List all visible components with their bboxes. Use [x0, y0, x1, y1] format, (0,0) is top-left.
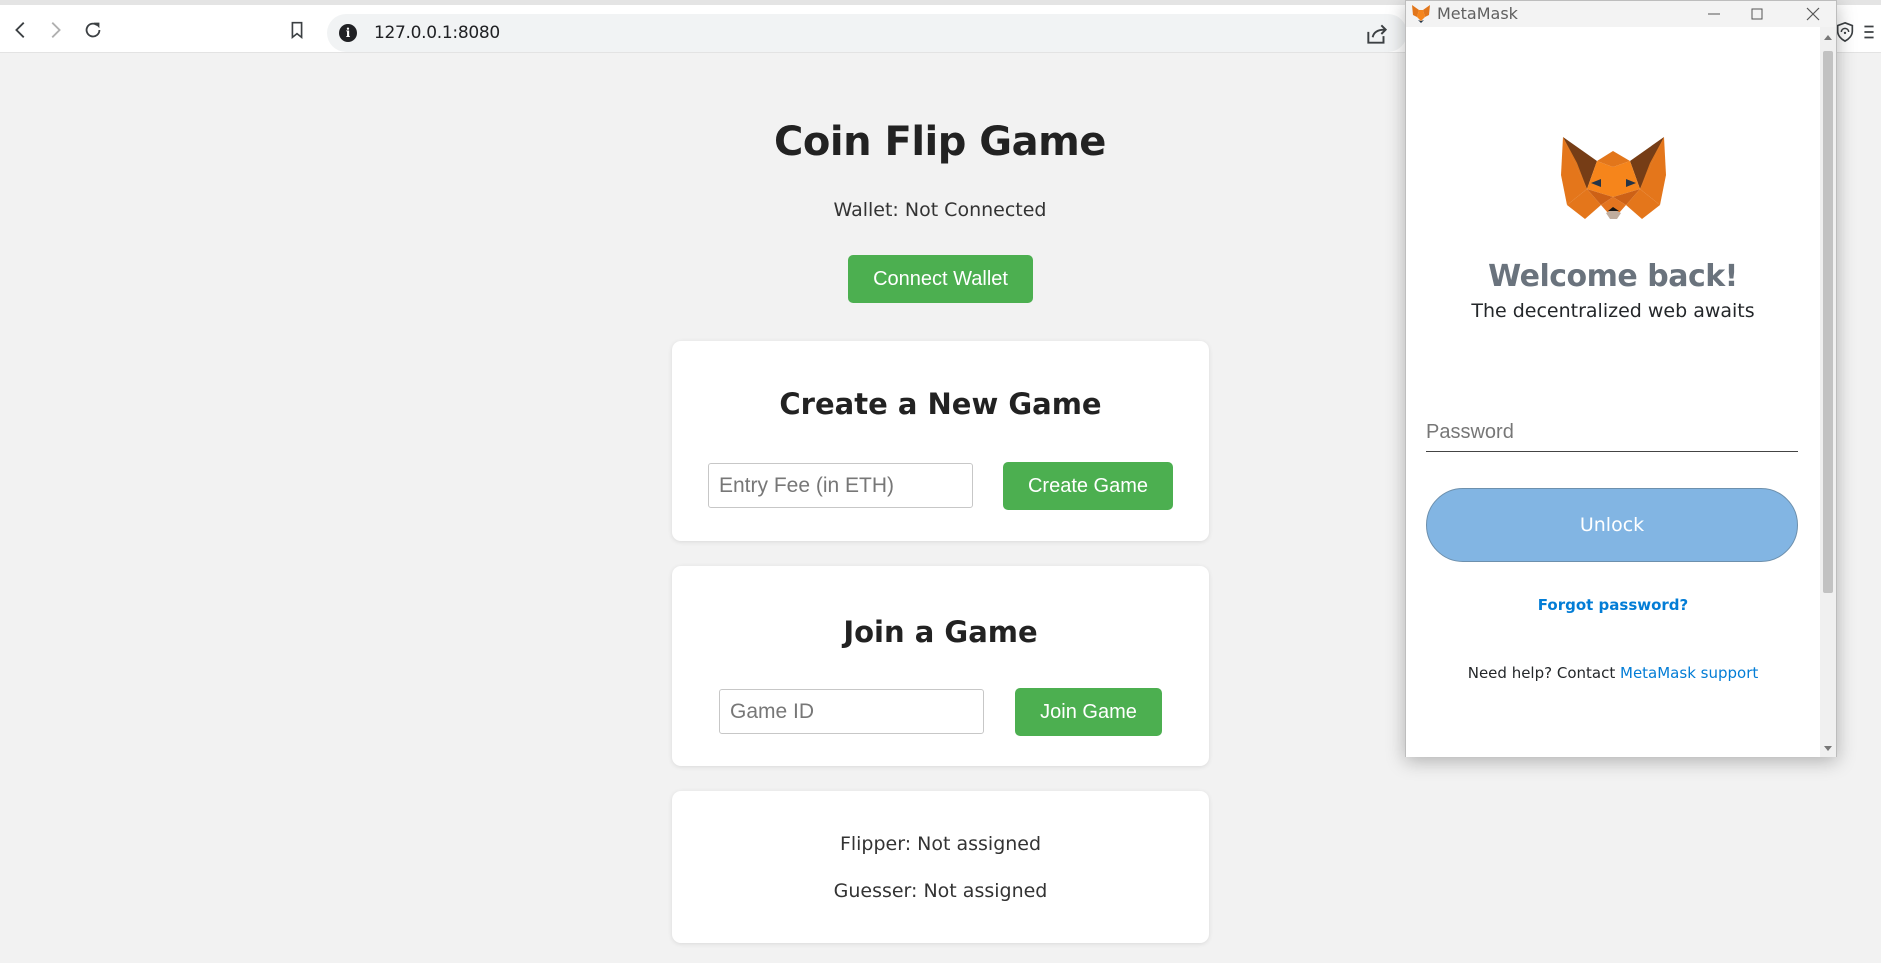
reload-icon [85, 22, 101, 38]
shield-icon[interactable] [1834, 21, 1856, 43]
metamask-fox-logo [1561, 137, 1666, 219]
tagline: The decentralized web awaits [1471, 300, 1755, 322]
join-game-card: Join a Game Join Game [672, 566, 1209, 766]
close-button[interactable] [1790, 1, 1836, 27]
guesser-status: Guesser: Not assigned [833, 880, 1048, 902]
menu-icon[interactable] [1864, 21, 1874, 43]
create-game-button[interactable]: Create Game [1003, 462, 1173, 510]
help-prefix: Need help? Contact [1467, 664, 1616, 682]
metamask-window: MetaMask Welcome back! The decentralized… [1405, 0, 1837, 757]
game-id-input[interactable] [719, 689, 984, 734]
address-bar[interactable]: i 127.0.0.1:8080 [327, 14, 1407, 52]
metamask-window-title: MetaMask [1437, 4, 1518, 23]
back-button[interactable] [4, 13, 38, 47]
metamask-titlebar[interactable]: MetaMask [1406, 1, 1836, 27]
unlock-button[interactable]: Unlock [1426, 488, 1798, 562]
metamask-unlock-screen: Welcome back! The decentralized web awai… [1406, 27, 1820, 757]
bookmark-icon [291, 21, 303, 40]
forward-button[interactable] [38, 13, 72, 47]
scroll-down-arrow[interactable] [1824, 746, 1832, 751]
page-title: Coin Flip Game [774, 119, 1106, 165]
connect-wallet-button[interactable]: Connect Wallet [848, 255, 1033, 303]
minimize-button[interactable] [1691, 1, 1737, 27]
maximize-icon [1751, 8, 1763, 20]
address-url: 127.0.0.1:8080 [374, 23, 500, 43]
maximize-button[interactable] [1734, 1, 1780, 27]
create-game-card: Create a New Game Create Game [672, 341, 1209, 541]
join-game-title: Join a Game [843, 615, 1038, 649]
create-game-title: Create a New Game [779, 387, 1102, 421]
forward-icon [51, 22, 61, 38]
entry-fee-input[interactable] [708, 463, 973, 508]
wallet-status: Wallet: Not Connected [833, 199, 1047, 221]
share-icon [1367, 24, 1388, 44]
scroll-up-arrow[interactable] [1824, 35, 1832, 40]
close-icon [1806, 7, 1820, 21]
welcome-heading: Welcome back! [1488, 259, 1738, 294]
password-input[interactable] [1426, 414, 1798, 452]
forgot-password-link[interactable]: Forgot password? [1406, 596, 1820, 614]
metamask-scrollbar[interactable] [1820, 27, 1836, 757]
bookmark-button[interactable] [280, 13, 314, 47]
flipper-status: Flipper: Not assigned [839, 833, 1042, 855]
minimize-icon [1708, 13, 1720, 15]
metamask-fox-icon [1412, 5, 1430, 23]
help-text: Need help? Contact MetaMask support [1406, 664, 1820, 682]
metamask-support-link[interactable]: MetaMask support [1620, 664, 1758, 682]
scroll-thumb[interactable] [1823, 51, 1833, 593]
reload-button[interactable] [76, 13, 110, 47]
site-info-icon[interactable]: i [339, 24, 357, 42]
back-icon [15, 22, 25, 38]
game-status-card: Flipper: Not assigned Guesser: Not assig… [672, 791, 1209, 943]
join-game-button[interactable]: Join Game [1015, 688, 1162, 736]
share-button[interactable] [1364, 21, 1390, 47]
extension-area [1834, 21, 1874, 47]
